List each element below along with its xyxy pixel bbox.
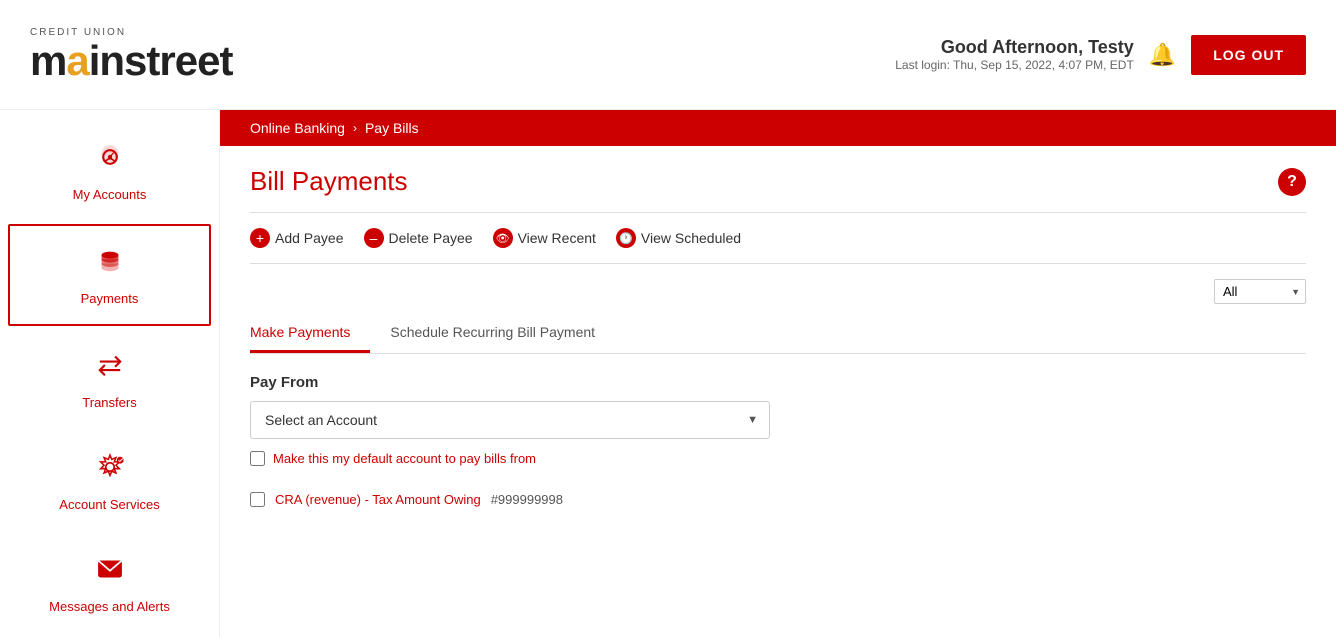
account-services-icon xyxy=(93,450,127,491)
logout-button[interactable]: LOG OUT xyxy=(1191,35,1306,75)
sidebar-item-payments-label: Payments xyxy=(81,291,139,306)
clock-icon: 🕐 xyxy=(616,228,636,248)
default-account-checkbox[interactable] xyxy=(250,451,265,466)
payee-name: CRA (revenue) - Tax Amount Owing xyxy=(275,492,481,507)
logo-rest: instreet xyxy=(89,37,233,84)
sidebar: My Accounts Payments xyxy=(0,110,220,637)
account-select[interactable]: Select an Account xyxy=(250,401,770,439)
sidebar-item-account-services-label: Account Services xyxy=(59,497,159,512)
add-payee-label: Add Payee xyxy=(275,230,344,246)
sidebar-item-transfers-label: Transfers xyxy=(82,395,136,410)
view-recent-button[interactable]: 👁 View Recent xyxy=(493,228,596,248)
payee-number: #999999998 xyxy=(491,492,563,507)
payments-icon xyxy=(93,244,127,285)
greeting-name: Good Afternoon, Testy xyxy=(895,37,1134,58)
minus-icon: – xyxy=(364,228,384,248)
filter-wrapper: All Scheduled Recent xyxy=(1214,279,1306,304)
account-select-wrapper: Select an Account xyxy=(250,401,770,439)
last-login-text: Last login: Thu, Sep 15, 2022, 4:07 PM, … xyxy=(895,58,1134,72)
main-layout: My Accounts Payments xyxy=(0,110,1336,637)
sidebar-item-messages-alerts[interactable]: Messages and Alerts xyxy=(0,532,219,634)
breadcrumb: Online Banking › Pay Bills xyxy=(220,110,1336,146)
breadcrumb-current: Pay Bills xyxy=(365,120,419,136)
sidebar-item-my-accounts[interactable]: My Accounts xyxy=(0,120,219,222)
view-recent-label: View Recent xyxy=(518,230,596,246)
plus-icon: + xyxy=(250,228,270,248)
sidebar-item-account-services[interactable]: Account Services xyxy=(0,430,219,532)
page-content: Bill Payments ? + Add Payee – Delete Pay… xyxy=(220,146,1336,535)
delete-payee-label: Delete Payee xyxy=(389,230,473,246)
title-divider xyxy=(250,212,1306,213)
filter-dropdown[interactable]: All Scheduled Recent xyxy=(1214,279,1306,304)
help-icon[interactable]: ? xyxy=(1278,168,1306,196)
default-account-label: Make this my default account to pay bill… xyxy=(273,451,536,466)
breadcrumb-home-link[interactable]: Online Banking xyxy=(250,120,345,136)
content-area: Online Banking › Pay Bills Bill Payments… xyxy=(220,110,1336,637)
transfers-icon xyxy=(93,348,127,389)
default-account-link[interactable]: Make this my default account to pay bill… xyxy=(273,451,536,466)
sidebar-item-my-accounts-label: My Accounts xyxy=(73,187,147,202)
breadcrumb-separator: › xyxy=(353,121,357,135)
eye-icon: 👁 xyxy=(493,228,513,248)
tab-schedule-recurring[interactable]: Schedule Recurring Bill Payment xyxy=(390,314,615,353)
add-payee-button[interactable]: + Add Payee xyxy=(250,228,344,248)
header-greeting: Good Afternoon, Testy Last login: Thu, S… xyxy=(895,37,1134,72)
pay-from-label: Pay From xyxy=(250,374,1306,391)
logo-area: CREDIT UNION mainstreet xyxy=(30,27,232,82)
logo-m: m xyxy=(30,37,66,84)
filter-row: All Scheduled Recent xyxy=(250,279,1306,304)
page-title-row: Bill Payments ? xyxy=(250,166,1306,197)
sidebar-item-messages-alerts-label: Messages and Alerts xyxy=(49,599,170,614)
action-buttons: + Add Payee – Delete Payee 👁 View Recent… xyxy=(250,228,1306,248)
actions-divider xyxy=(250,263,1306,264)
sidebar-item-payments[interactable]: Payments xyxy=(8,224,211,326)
header: CREDIT UNION mainstreet Good Afternoon, … xyxy=(0,0,1336,110)
delete-payee-button[interactable]: – Delete Payee xyxy=(364,228,473,248)
header-right: Good Afternoon, Testy Last login: Thu, S… xyxy=(895,35,1306,75)
default-account-row: Make this my default account to pay bill… xyxy=(250,451,1306,466)
payee-checkbox[interactable] xyxy=(250,492,265,507)
payee-item: CRA (revenue) - Tax Amount Owing #999999… xyxy=(250,484,1306,515)
logo-o: a xyxy=(66,37,88,84)
bell-icon[interactable]: 🔔 xyxy=(1149,42,1176,68)
page-title: Bill Payments xyxy=(250,166,408,197)
messages-icon xyxy=(93,552,127,593)
dashboard-icon xyxy=(93,140,127,181)
view-scheduled-button[interactable]: 🕐 View Scheduled xyxy=(616,228,741,248)
logo-text: mainstreet xyxy=(30,40,232,82)
logo-wrapper: CREDIT UNION mainstreet xyxy=(30,27,232,82)
tabs: Make Payments Schedule Recurring Bill Pa… xyxy=(250,314,1306,354)
view-scheduled-label: View Scheduled xyxy=(641,230,741,246)
tab-make-payments[interactable]: Make Payments xyxy=(250,314,370,353)
sidebar-item-transfers[interactable]: Transfers xyxy=(0,328,219,430)
